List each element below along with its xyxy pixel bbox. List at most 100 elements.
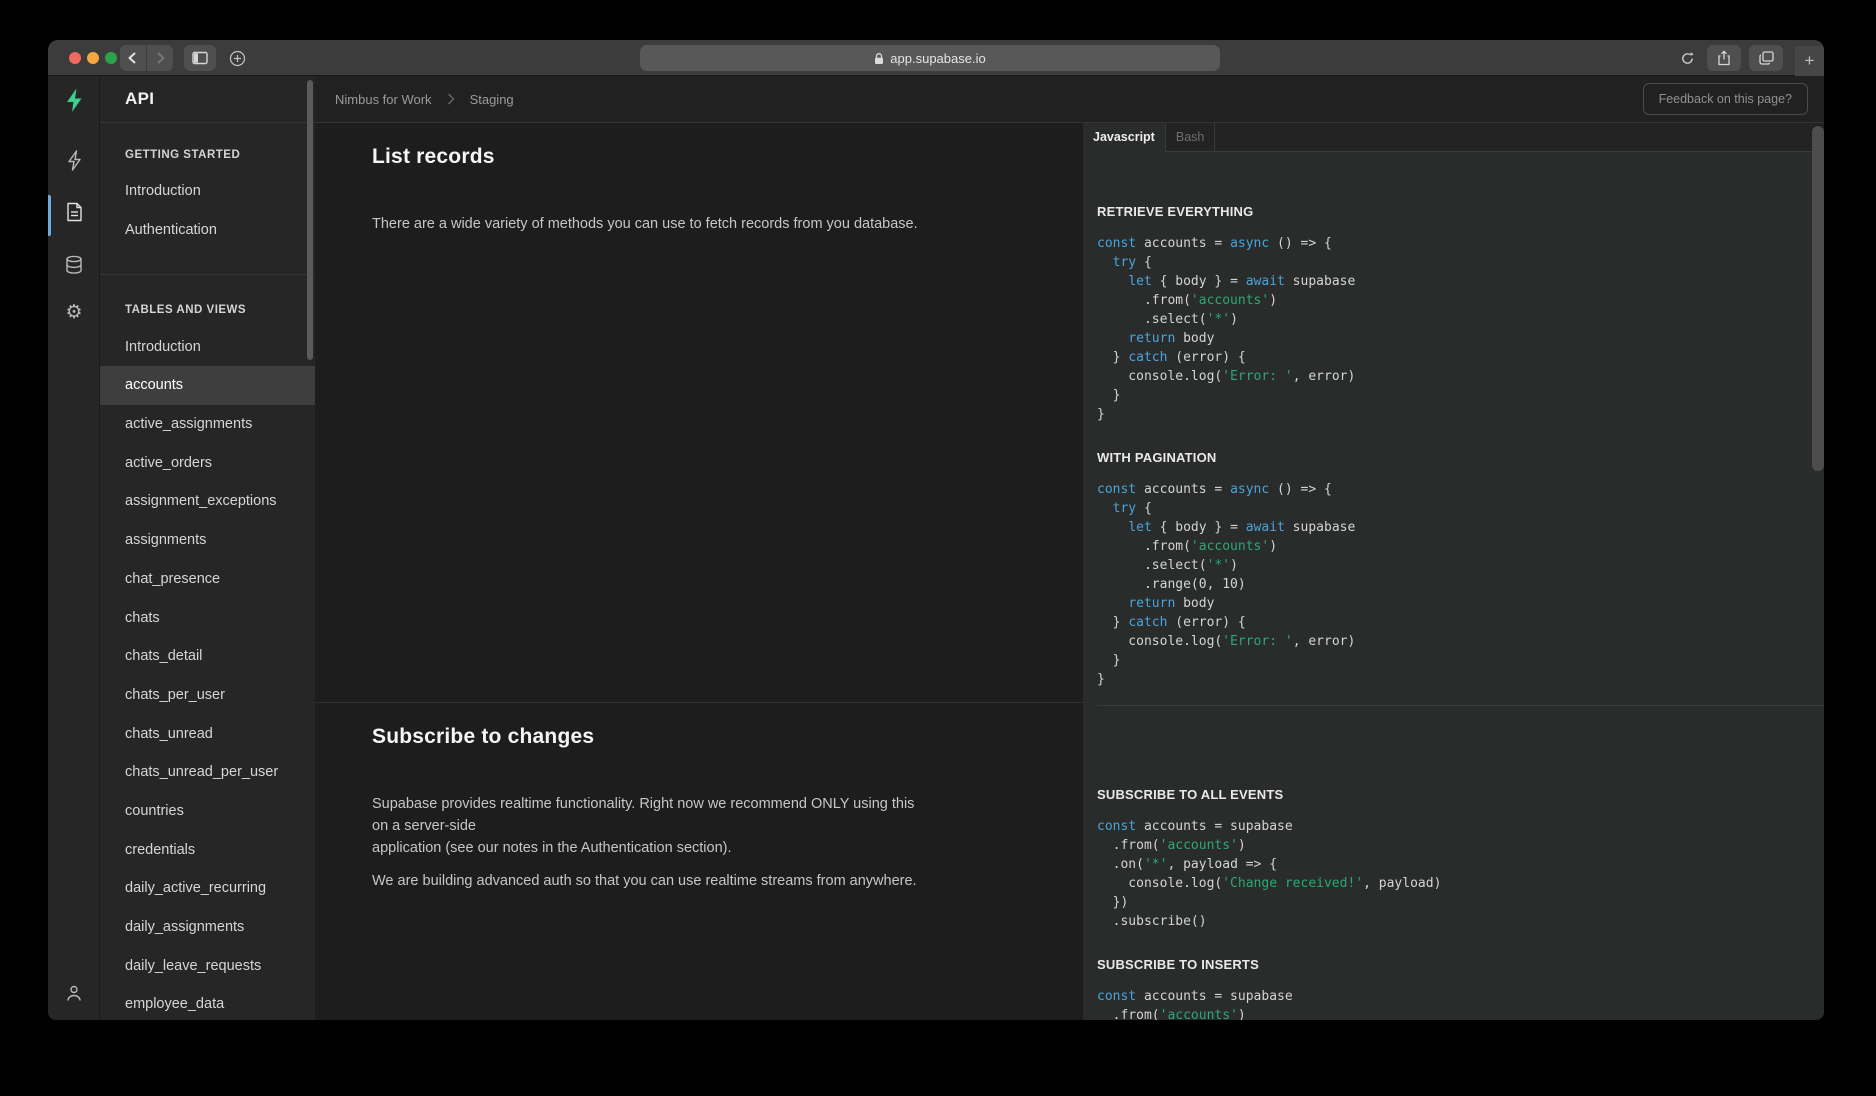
app-frame: ⚙ API GETTING STARTEDIntroductionAuthent… bbox=[48, 76, 1824, 1020]
sidebar-item-employee-data[interactable]: employee_data bbox=[100, 985, 315, 1020]
sidebar-item-active-orders[interactable]: active_orders bbox=[100, 443, 315, 482]
code-line: .from('accounts') bbox=[1097, 291, 1824, 310]
supabase-logo[interactable] bbox=[48, 88, 100, 112]
sidebar-item-daily-assignments[interactable]: daily_assignments bbox=[100, 908, 315, 947]
tab-overview-icon bbox=[1759, 51, 1774, 65]
sidebar-section-title: TABLES AND VIEWS bbox=[100, 304, 315, 318]
sidebar-toggle-icon bbox=[192, 51, 208, 65]
code-line: } catch (error) { bbox=[1097, 348, 1824, 367]
code-line: try { bbox=[1097, 253, 1824, 272]
sidebar-item-countries[interactable]: countries bbox=[100, 792, 315, 831]
feedback-button[interactable]: Feedback on this page? bbox=[1643, 83, 1808, 115]
code-line: const accounts = supabase bbox=[1097, 817, 1824, 836]
sidebar-item-chats[interactable]: chats bbox=[100, 598, 315, 637]
forward-button[interactable] bbox=[147, 45, 173, 71]
code-block-subscribe-to-inserts[interactable]: const accounts = supabase .from('account… bbox=[1097, 987, 1824, 1020]
tab-overview-button[interactable] bbox=[1749, 45, 1783, 71]
sidebar-item-authentication[interactable]: Authentication bbox=[100, 211, 315, 250]
settings-gear-icon[interactable]: ⚙ bbox=[48, 300, 100, 324]
sidebar-toggle-button[interactable] bbox=[184, 45, 216, 71]
code-block-subscribe-to-all-events[interactable]: const accounts = supabase .from('account… bbox=[1097, 817, 1824, 931]
sidebar-item-accounts[interactable]: accounts bbox=[100, 366, 315, 405]
doc-body: There are a wide variety of methods you … bbox=[372, 213, 932, 235]
code-line: console.log('Change received!', payload) bbox=[1097, 874, 1824, 893]
sidebar-item-active-assignments[interactable]: active_assignments bbox=[100, 405, 315, 444]
sidebar-item-assignments[interactable]: assignments bbox=[100, 521, 315, 560]
code-tabbar: Javascript Bash bbox=[1083, 123, 1824, 152]
browser-titlebar: app.supabase.io + bbox=[48, 40, 1824, 76]
sidebar-item-introduction[interactable]: Introduction bbox=[100, 327, 315, 366]
code-line: } bbox=[1097, 405, 1824, 424]
forward-icon bbox=[153, 51, 167, 65]
sidebar-item-credentials[interactable]: credentials bbox=[100, 830, 315, 869]
back-button[interactable] bbox=[120, 45, 146, 71]
sidebar-scrollbar[interactable] bbox=[307, 80, 313, 360]
chevron-right-icon bbox=[447, 93, 455, 105]
sidebar-item-daily-leave-requests[interactable]: daily_leave_requests bbox=[100, 946, 315, 985]
window-close-button[interactable] bbox=[69, 52, 81, 64]
code-line: try { bbox=[1097, 499, 1824, 518]
sidebar-item-assignment-exceptions[interactable]: assignment_exceptions bbox=[100, 482, 315, 521]
code-line: console.log('Error: ', error) bbox=[1097, 367, 1824, 386]
code-block-label: RETRIEVE EVERYTHING bbox=[1097, 204, 1824, 221]
tab-javascript[interactable]: Javascript bbox=[1083, 123, 1166, 152]
sidebar: API GETTING STARTEDIntroductionAuthentic… bbox=[100, 76, 315, 1020]
code-panel: Javascript Bash RETRIEVE EVERYTHING const… bbox=[1083, 123, 1824, 1020]
sidebar-item-daily-active-recurring[interactable]: daily_active_recurring bbox=[100, 869, 315, 908]
doc-section-subscribe-to-changes: Subscribe to changes Supabase provides re… bbox=[315, 703, 1083, 892]
code-line: .from('accounts') bbox=[1097, 836, 1824, 855]
doc-body: Supabase provides realtime functionality… bbox=[372, 793, 932, 892]
new-tab-button[interactable]: + bbox=[1795, 46, 1824, 76]
window-zoom-button[interactable] bbox=[105, 52, 117, 64]
icon-rail: ⚙ bbox=[48, 76, 100, 1020]
code-line: .from('accounts') bbox=[1097, 1006, 1824, 1020]
doc-paragraph: We are building advanced auth so that yo… bbox=[372, 870, 932, 892]
code-line: const accounts = async () => { bbox=[1097, 234, 1824, 253]
sidebar-item-chats-detail[interactable]: chats_detail bbox=[100, 637, 315, 676]
sidebar-item-chats-unread-per-user[interactable]: chats_unread_per_user bbox=[100, 753, 315, 792]
code-block-label: WITH PAGINATION bbox=[1097, 450, 1824, 467]
doc-section-list-records: List records There are a wide variety of … bbox=[315, 123, 1083, 703]
code-line: .from('accounts') bbox=[1097, 537, 1824, 556]
browser-window: app.supabase.io + bbox=[48, 40, 1824, 1020]
code-block-retrieve-everything[interactable]: const accounts = async () => { try { let… bbox=[1097, 234, 1824, 424]
window-minimize-button[interactable] bbox=[87, 52, 99, 64]
code-line: }) bbox=[1097, 893, 1824, 912]
lightning-icon[interactable] bbox=[48, 148, 100, 172]
reload-button[interactable] bbox=[1674, 45, 1700, 71]
main-area: Nimbus for Work Staging Feedback on this… bbox=[315, 76, 1824, 1020]
page-scrollbar[interactable] bbox=[1812, 126, 1824, 471]
breadcrumb-environment[interactable]: Staging bbox=[470, 92, 514, 107]
doc-column: List records There are a wide variety of … bbox=[315, 123, 1083, 1020]
code-section: SUBSCRIBE TO ALL EVENTS const accounts = … bbox=[1097, 706, 1824, 1020]
sidebar-item-introduction[interactable]: Introduction bbox=[100, 172, 315, 211]
code-line: .on('*', payload => { bbox=[1097, 855, 1824, 874]
sidebar-item-chats-unread[interactable]: chats_unread bbox=[100, 714, 315, 753]
code-block-label: SUBSCRIBE TO ALL EVENTS bbox=[1097, 787, 1824, 804]
desktop: { "browser": { "url": "app.supabase.io",… bbox=[0, 0, 1876, 1096]
lock-icon bbox=[874, 52, 884, 65]
code-line: } bbox=[1097, 386, 1824, 405]
code-line: .select('*') bbox=[1097, 556, 1824, 575]
code-line: return body bbox=[1097, 329, 1824, 348]
code-scroll: RETRIEVE EVERYTHING const accounts = asyn… bbox=[1083, 152, 1824, 1020]
address-bar[interactable]: app.supabase.io bbox=[640, 45, 1220, 71]
account-person-icon[interactable] bbox=[48, 981, 100, 1005]
code-block-with-pagination[interactable]: const accounts = async () => { try { let… bbox=[1097, 480, 1824, 689]
sidebar-title: API bbox=[100, 76, 315, 123]
sidebar-section: GETTING STARTEDIntroductionAuthenticatio… bbox=[100, 123, 315, 275]
sidebar-item-chat-presence[interactable]: chat_presence bbox=[100, 560, 315, 599]
add-tab-button[interactable] bbox=[224, 45, 250, 71]
database-icon[interactable] bbox=[48, 253, 100, 277]
share-button[interactable] bbox=[1707, 45, 1741, 71]
doc-heading: Subscribe to changes bbox=[372, 725, 1083, 749]
content: List records There are a wide variety of … bbox=[315, 123, 1824, 1020]
tab-bash[interactable]: Bash bbox=[1166, 123, 1216, 151]
breadcrumb-project[interactable]: Nimbus for Work bbox=[335, 92, 432, 107]
doc-heading: List records bbox=[372, 145, 1083, 169]
code-line: const accounts = async () => { bbox=[1097, 480, 1824, 499]
docs-icon[interactable] bbox=[48, 200, 100, 224]
sidebar-item-chats-per-user[interactable]: chats_per_user bbox=[100, 676, 315, 715]
code-line: const accounts = supabase bbox=[1097, 987, 1824, 1006]
code-line: let { body } = await supabase bbox=[1097, 272, 1824, 291]
